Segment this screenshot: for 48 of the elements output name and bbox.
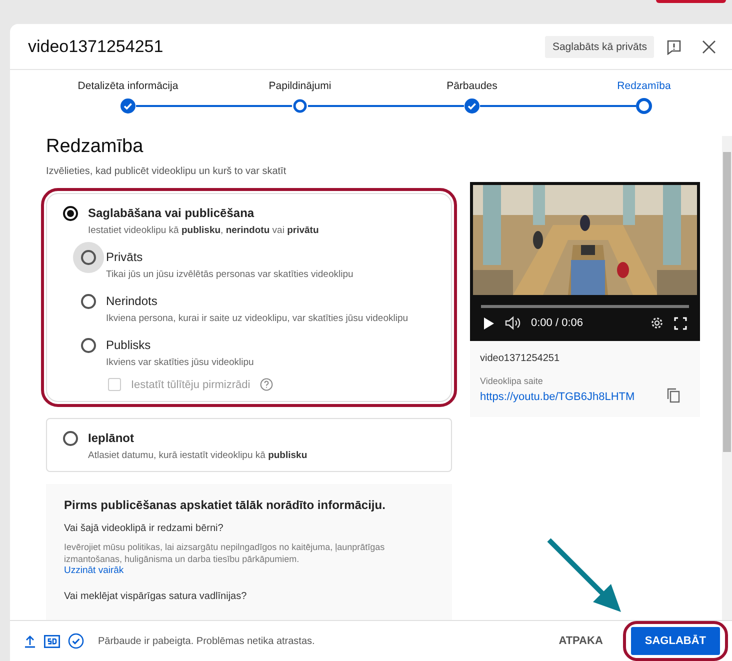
link-label: Videoklipa saite [480, 376, 544, 386]
settings-icon[interactable] [650, 316, 664, 330]
status-badge: Saglabāts kā privāts [545, 36, 654, 58]
option-description: Ikviens var skatīties jūsu videoklipu [106, 357, 254, 368]
dialog-title: video1371254251 [28, 36, 164, 56]
learn-more-link[interactable]: Uzzināt vairāk [64, 565, 434, 576]
feedback-icon[interactable] [666, 38, 682, 54]
save-button[interactable]: SAGLABĀT [630, 627, 720, 655]
option-title: Privāts [106, 250, 144, 264]
option-description: Ikviena persona, kurai ir saite uz videoklipu, var skatīties jūsu videoklipu [106, 313, 408, 324]
info-question: Vai meklējat vispārīgas satura vadlīnijas? [64, 591, 248, 602]
info-title: Pirms publicēšanas apskatiet tālāk norādīto informāciju. [64, 498, 386, 512]
option-title: Saglabāšana vai publicēšana [88, 206, 256, 220]
step-tab[interactable]: Redzamība [617, 80, 671, 92]
video-filename: video1371254251 [480, 353, 561, 364]
radio-button[interactable] [63, 431, 78, 446]
option-description: Iestatiet videoklipu kā publisku, nerindotu vai privātu [88, 225, 319, 236]
volume-icon[interactable] [505, 316, 521, 330]
option-title: Publisks [106, 338, 152, 352]
option-title: Ieplānot [88, 431, 136, 445]
option-title: Nerindots [106, 294, 158, 308]
video-link[interactable]: https://youtu.be/TGB6Jh8LHTM [480, 391, 635, 403]
section-heading: Redzamība [46, 136, 144, 158]
video-time: 0:00 / 0:06 [531, 317, 584, 329]
section-subtitle: Izvēlieties, kad publicēt videoklipu un kurš to var skatīt [46, 166, 288, 177]
info-text: Ievērojiet mūsu politikas, lai aizsargātu nepilngadīgos no kaitējuma, ļaunprātīgas izmantošanas, huligānisma un darba tiesību pārkāpumiem. [64, 541, 386, 566]
option-description: Tikai jūs un jūsu izvēlētās personas var skatīties videoklipu [106, 269, 354, 280]
step-tab[interactable]: Detalizēta informācija [78, 80, 178, 92]
radio-button[interactable] [81, 338, 96, 353]
radio-button[interactable] [63, 206, 78, 221]
step-tab[interactable]: Papildinājumi [268, 80, 332, 92]
sd-icon [44, 634, 60, 648]
help-icon[interactable] [260, 378, 274, 391]
radio-button[interactable] [81, 250, 96, 265]
copy-icon[interactable] [667, 388, 680, 403]
upload-icon[interactable] [24, 634, 36, 648]
fullscreen-icon[interactable] [674, 316, 687, 330]
step-tab[interactable]: Pārbaudes [446, 80, 498, 92]
checkbox-label: Iestatīt tūlītēju pirmizrādi [131, 378, 250, 390]
back-button[interactable]: ATPAKA [558, 629, 603, 653]
close-icon[interactable] [702, 40, 716, 54]
radio-button[interactable] [81, 294, 96, 309]
play-icon[interactable] [483, 316, 495, 330]
check-circle-icon [68, 633, 84, 649]
scrollbar[interactable] [722, 136, 732, 620]
status-message: Pārbaude ir pabeigta. Problēmas netika atrastas. [98, 636, 316, 646]
info-question: Vai šajā videoklipā ir redzami bērni? [64, 523, 224, 534]
option-description: Atlasiet datumu, kurā iestatīt videoklipu kā publisku [88, 450, 308, 461]
